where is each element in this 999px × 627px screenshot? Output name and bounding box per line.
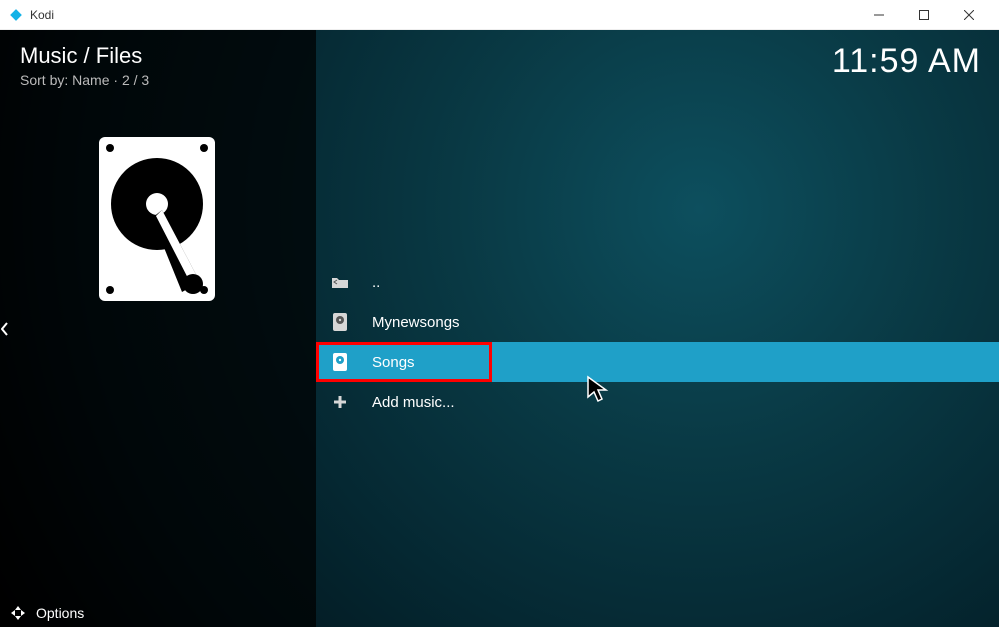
kodi-app-window: Music / Files Sort by: Name · 2 / 3 11:5… xyxy=(0,30,999,627)
list-item-label: .. xyxy=(372,274,380,291)
music-source-icon xyxy=(330,352,350,372)
list-item-mynewsongs[interactable]: Mynewsongs xyxy=(316,302,999,342)
list-item-songs[interactable]: Songs xyxy=(316,342,999,382)
left-sidebar xyxy=(0,30,316,627)
maximize-button[interactable] xyxy=(901,0,946,30)
close-button[interactable] xyxy=(946,0,991,30)
list-position: 2 / 3 xyxy=(122,72,149,88)
window-title: Kodi xyxy=(30,8,856,22)
list-item-add-music[interactable]: Add music... xyxy=(316,382,999,422)
options-bar[interactable]: Options xyxy=(0,599,999,627)
list-item-label: Mynewsongs xyxy=(372,314,460,331)
plus-icon xyxy=(330,392,350,412)
options-label: Options xyxy=(36,605,84,621)
list-item-label: Songs xyxy=(372,354,415,371)
options-icon xyxy=(10,605,26,621)
clock: 11:59 AM xyxy=(832,42,981,81)
list-item-parent[interactable]: .. xyxy=(316,262,999,302)
minimize-button[interactable] xyxy=(856,0,901,30)
breadcrumb: Music / Files xyxy=(20,43,142,69)
window-titlebar: Kodi xyxy=(0,0,999,30)
file-list: .. Mynewsongs Songs Add music... xyxy=(316,262,999,422)
window-controls xyxy=(856,0,991,30)
sort-label: Sort by: Name xyxy=(20,72,109,88)
list-item-label: Add music... xyxy=(372,394,455,411)
music-source-icon xyxy=(330,312,350,332)
sidebar-handle-icon[interactable] xyxy=(0,304,10,354)
hard-disk-icon xyxy=(96,134,218,304)
kodi-app-icon xyxy=(8,7,24,23)
sort-info: Sort by: Name · 2 / 3 xyxy=(20,72,149,88)
folder-back-icon xyxy=(330,272,350,292)
